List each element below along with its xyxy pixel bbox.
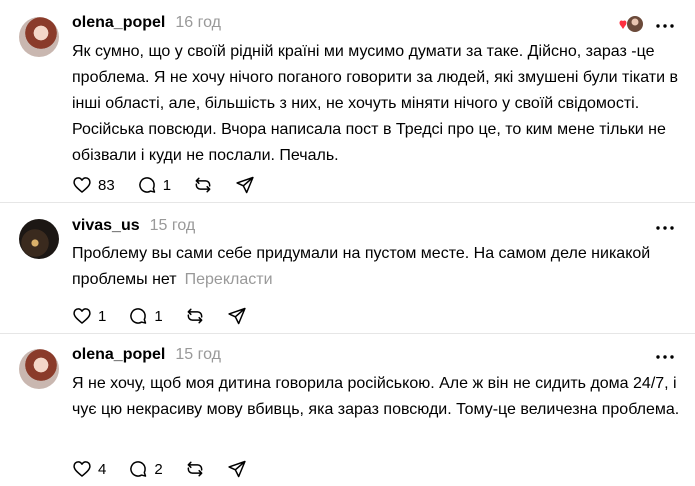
comment-text: Проблему вы сами себе придумали на пусто…	[72, 241, 682, 293]
more-icon	[656, 355, 674, 359]
repost-button[interactable]	[185, 459, 205, 479]
repost-icon	[187, 308, 203, 324]
translate-link[interactable]: Перекласти	[185, 271, 273, 288]
reply-count: 1	[154, 307, 163, 325]
heart-icon	[73, 461, 91, 477]
repost-icon	[187, 461, 203, 477]
comment-header: olena_popel 16 год	[72, 14, 221, 36]
comment-body: Проблему вы сами себе придумали на пусто…	[72, 245, 651, 288]
share-button[interactable]	[235, 175, 255, 195]
liked-by-author-indicator	[617, 14, 645, 36]
comment-header: olena_popel 15 год	[72, 346, 221, 368]
reply-button[interactable]: 1	[137, 175, 171, 195]
comment-icon	[130, 308, 147, 324]
like-button[interactable]: 83	[72, 175, 115, 195]
like-count: 1	[98, 307, 107, 325]
action-bar: 83 1	[72, 175, 277, 195]
heart-icon	[73, 308, 91, 324]
heart-icon	[73, 177, 91, 193]
comment-icon	[138, 177, 155, 193]
like-button[interactable]: 4	[72, 459, 106, 479]
divider	[0, 202, 695, 203]
action-bar: 1 1	[72, 306, 269, 326]
more-options-button[interactable]	[653, 347, 677, 367]
username[interactable]: vivas_us	[72, 217, 140, 235]
avatar[interactable]	[19, 349, 59, 389]
timestamp: 15 год	[175, 346, 221, 363]
comment-text: Як сумно, що у своїй рідній країні ми му…	[72, 43, 679, 164]
repost-icon	[195, 177, 211, 193]
send-icon	[228, 307, 246, 325]
avatar[interactable]	[19, 17, 59, 57]
username[interactable]: olena_popel	[72, 14, 165, 32]
action-bar: 4 2	[72, 459, 269, 479]
send-icon	[236, 176, 254, 194]
like-count: 4	[98, 460, 107, 478]
avatar[interactable]	[19, 219, 59, 259]
timestamp: 16 год	[175, 14, 221, 31]
repost-button[interactable]	[185, 306, 205, 326]
send-icon	[228, 460, 246, 478]
share-button[interactable]	[227, 459, 247, 479]
more-icon	[656, 24, 674, 28]
timestamp: 15 год	[149, 217, 196, 234]
comment-text: Я не хочу, щоб моя дитина говорила росій…	[72, 375, 680, 418]
comment-icon	[130, 461, 147, 477]
like-button[interactable]: 1	[72, 306, 106, 326]
more-options-button[interactable]	[653, 218, 677, 238]
reply-count: 2	[154, 460, 163, 478]
divider	[0, 333, 695, 334]
more-icon	[656, 226, 674, 230]
reply-count: 1	[162, 176, 172, 194]
reply-button[interactable]: 1	[128, 306, 163, 326]
more-options-button[interactable]	[653, 16, 677, 36]
like-count: 83	[98, 176, 115, 194]
username[interactable]: olena_popel	[72, 346, 165, 364]
reply-button[interactable]: 2	[128, 459, 163, 479]
repost-button[interactable]	[193, 175, 213, 195]
share-button[interactable]	[227, 306, 247, 326]
comment-header: vivas_us 15 год	[72, 217, 195, 239]
